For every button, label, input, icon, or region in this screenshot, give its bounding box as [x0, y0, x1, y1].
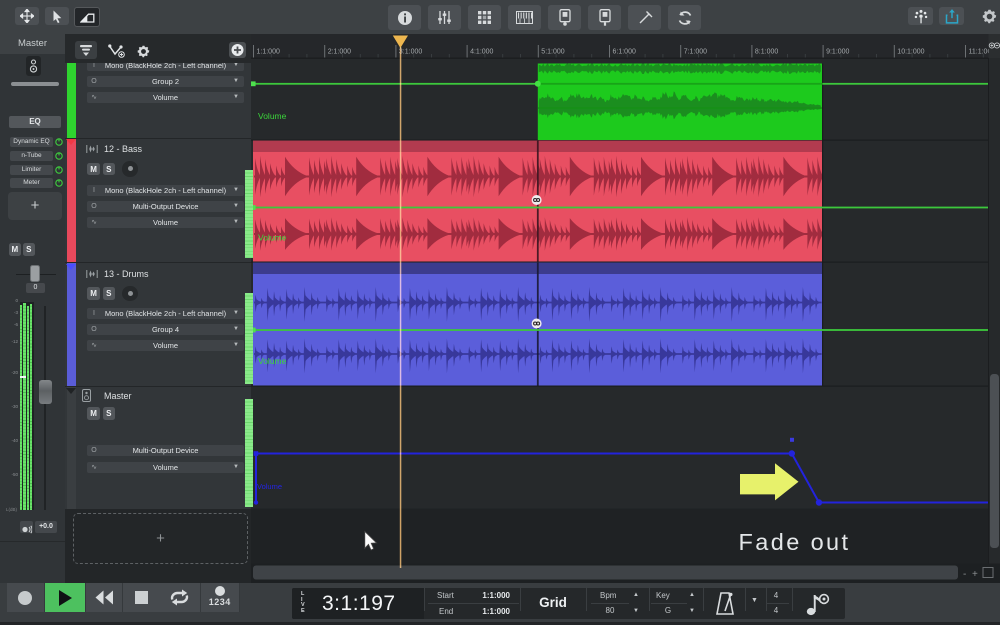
- svg-text:2:1:000: 2:1:000: [328, 49, 351, 56]
- svg-text:Volume: Volume: [258, 111, 287, 121]
- svg-text:3:1:000: 3:1:000: [399, 49, 422, 56]
- svg-text:9:1:000: 9:1:000: [826, 49, 849, 56]
- svg-text:+: +: [972, 569, 978, 580]
- svg-text:4:1:000: 4:1:000: [470, 49, 493, 56]
- svg-text:7:1:000: 7:1:000: [684, 49, 707, 56]
- svg-text:10:1:000: 10:1:000: [897, 49, 924, 56]
- svg-text:5:1:000: 5:1:000: [541, 49, 564, 56]
- svg-text:Fade out: Fade out: [739, 529, 851, 555]
- svg-text:1:1:000: 1:1:000: [257, 49, 280, 56]
- svg-text:Volume: Volume: [257, 482, 282, 491]
- svg-text:6:1:000: 6:1:000: [613, 49, 636, 56]
- svg-text:Volume: Volume: [258, 356, 287, 366]
- svg-text:-: -: [963, 569, 966, 580]
- svg-text:Volume: Volume: [258, 233, 287, 243]
- svg-text:8:1:000: 8:1:000: [755, 49, 778, 56]
